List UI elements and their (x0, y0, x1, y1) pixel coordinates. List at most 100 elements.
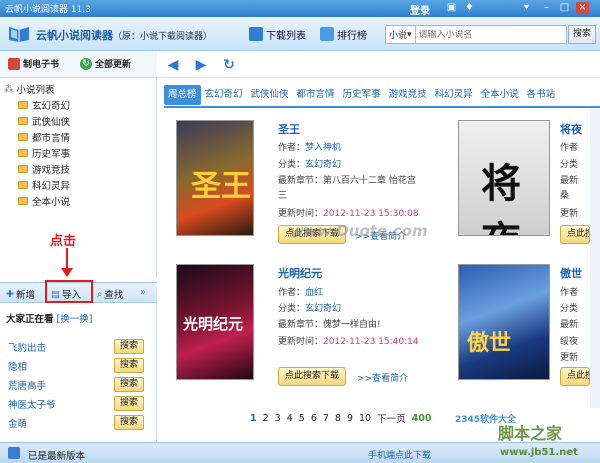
tab-wuxia[interactable]: 武侠仙侠 (247, 85, 293, 105)
book-cover[interactable]: 圣王 (176, 120, 254, 236)
search-input[interactable] (415, 29, 546, 40)
cover-title: 将夜 (481, 161, 521, 235)
book-author[interactable]: 梦入神机 (305, 143, 341, 153)
search-download-button[interactable]: 点此搜索下载 (560, 225, 590, 244)
reading-search-button[interactable]: 搜索 (114, 415, 144, 430)
book-category[interactable]: 玄幻奇幻 (305, 304, 341, 314)
page-link[interactable]: 8 (335, 413, 341, 424)
download-list-button[interactable]: 下载列表 (249, 25, 306, 43)
reload-icon[interactable]: ↻ (221, 57, 237, 73)
tree-node-icon: ⁂ (4, 83, 14, 95)
make-ebook-button[interactable]: 制电子书 (8, 57, 59, 70)
tree-item-youxi[interactable]: 游戏竞技 (18, 162, 70, 176)
folder-icon (18, 133, 28, 141)
tree-item-wuxia[interactable]: 武侠仙侠 (18, 114, 70, 128)
maximize-icon[interactable]: □ (558, 2, 571, 14)
book-title[interactable]: 将夜 (560, 121, 582, 137)
book-category-line: 分类：玄幻奇幻 (278, 304, 342, 314)
page-link[interactable]: 4 (287, 413, 293, 424)
tab-book-sites[interactable]: 各书站 (523, 85, 560, 105)
reading-search-button[interactable]: 搜索 (114, 358, 144, 373)
tree-item-xuanhuan[interactable]: 玄幻奇幻 (18, 98, 70, 112)
tab-lishi[interactable]: 历史军事 (339, 85, 385, 105)
reading-item[interactable]: 荒唐高手 (8, 378, 46, 392)
reading-item[interactable]: 金萌 (8, 416, 27, 430)
reading-panel: 大家正在看 [换一换] 飞豹出击 搜索 隐相 搜索 荒唐高手 搜索 神医太子爷 … (0, 303, 157, 443)
book-author-line: 作者 (560, 143, 579, 153)
reading-search-button[interactable]: 搜索 (114, 339, 144, 354)
search-download-button[interactable]: 点此搜索下载 (560, 367, 590, 386)
tab-weekly[interactable]: 周总榜 (164, 85, 201, 105)
reading-item[interactable]: 神医太子爷 (8, 397, 56, 411)
reading-search-button[interactable]: 搜索 (114, 377, 144, 392)
book-category[interactable]: 玄幻奇幻 (305, 160, 341, 170)
collapse-icon[interactable]: » (140, 287, 146, 298)
next-page-link[interactable]: 下一页 (377, 411, 406, 425)
skin-icon[interactable]: ▣ (445, 2, 458, 14)
page-link[interactable]: 6 (311, 413, 317, 424)
update-all-button[interactable]: ↻ 全部更新 (80, 57, 131, 70)
ranking-button[interactable]: 排行榜 (320, 25, 367, 43)
page-link[interactable]: 5 (299, 413, 305, 424)
shirt-icon[interactable]: ♦ (463, 2, 476, 14)
page-link[interactable]: 10 (359, 413, 371, 424)
page-link[interactable]: 2 (263, 413, 269, 424)
forward-arrow-icon[interactable]: ▶ (193, 57, 209, 73)
add-button[interactable]: ✚ 新增 (6, 287, 35, 302)
book-cover[interactable]: 将夜 (458, 120, 550, 236)
reading-header: 大家正在看 [换一换] (6, 314, 93, 325)
search-download-button[interactable]: 点此搜索下载 (278, 367, 347, 386)
minimize-icon[interactable]: – (540, 2, 553, 14)
tab-quanben[interactable]: 全本小说 (477, 85, 523, 105)
tree-item-lishi[interactable]: 历史军事 (18, 146, 70, 160)
book-latest-line: 最新章节：第八百六十二章 怡花宫 (278, 176, 416, 186)
book-title[interactable]: 光明纪元 (278, 265, 322, 281)
folder-icon (18, 165, 28, 173)
page-link[interactable]: 3 (275, 413, 281, 424)
search-box: 小说 ▾ (385, 25, 567, 44)
book-logo-icon (9, 27, 29, 42)
annotation-arrowhead (61, 268, 73, 277)
tab-youxi[interactable]: 游戏竞技 (385, 85, 431, 105)
close-icon[interactable]: × (576, 2, 589, 14)
view-intro-link[interactable]: >>查看简介 (357, 371, 408, 384)
pagination: 1 2 3 4 5 6 7 8 9 10 下一页 400 (250, 411, 431, 426)
cover-title: 傲世 (467, 331, 512, 356)
page-link[interactable]: 9 (347, 413, 353, 424)
login-link[interactable]: 登录 (410, 2, 430, 17)
tree-item-kehuan[interactable]: 科幻灵异 (18, 178, 70, 192)
reading-item[interactable]: 隐相 (8, 359, 27, 373)
reading-item[interactable]: 飞豹出击 (8, 340, 46, 354)
page-link[interactable]: 1 (250, 413, 257, 424)
book-latest-cont: 桑 (560, 191, 570, 201)
menu-icon[interactable]: ▾ (520, 2, 533, 14)
tree-item-dushi[interactable]: 都市言情 (18, 130, 70, 144)
book-title[interactable]: 圣王 (278, 121, 300, 137)
book-cover[interactable]: 光明纪元 (176, 264, 254, 380)
tree-root[interactable]: ⁂ 小说列表 (4, 82, 55, 97)
back-arrow-icon[interactable]: ◀ (165, 57, 181, 73)
find-icon: ⌕ (97, 288, 103, 300)
book-author[interactable]: 血红 (305, 288, 323, 298)
watermark-jb51-url: www.jb51.net (500, 447, 578, 458)
click-annotation: 点击 (50, 234, 77, 249)
search-category-select[interactable]: 小说 ▾ (386, 26, 416, 43)
search-button[interactable]: 搜索 (568, 25, 596, 44)
tab-xuanhuan[interactable]: 玄幻奇幻 (201, 85, 247, 105)
page-link[interactable]: 7 (323, 413, 329, 424)
tab-dushi[interactable]: 都市言情 (293, 85, 339, 105)
tree-item-quanben[interactable]: 全本小说 (18, 194, 70, 208)
plus-icon: ✚ (6, 288, 14, 300)
tab-kehuan[interactable]: 科幻灵异 (431, 85, 477, 105)
vertical-scrollbar[interactable] (590, 108, 600, 408)
folder-icon (18, 149, 28, 157)
mobile-download-link[interactable]: 手机端点此下载 (368, 448, 431, 461)
book-title[interactable]: 傲世 (560, 265, 582, 281)
book-category-line: 分类 (560, 304, 579, 314)
novel-tree: ⁂ 小说列表 玄幻奇幻 武侠仙侠 都市言情 历史军事 游戏竞技 科幻灵异 全本小… (0, 78, 157, 278)
cover-title: 圣王 (191, 169, 251, 204)
book-cover[interactable]: 傲世 (458, 264, 550, 380)
reading-search-button[interactable]: 搜索 (114, 396, 144, 411)
find-button[interactable]: ⌕ 查找 (97, 287, 123, 302)
refresh-link[interactable]: [换一换] (57, 314, 93, 325)
